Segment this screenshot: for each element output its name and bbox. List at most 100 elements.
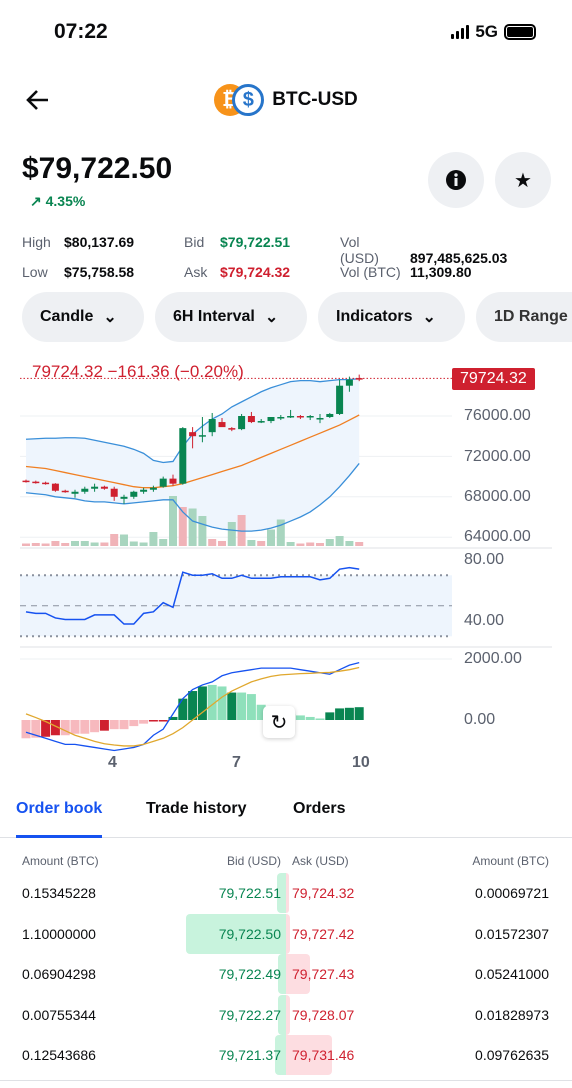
volume-bar <box>71 541 79 546</box>
macd-histogram-bar <box>139 720 149 724</box>
bid-amount: 0.06904298 <box>22 966 96 982</box>
candle-body <box>218 422 226 428</box>
ask-price: 79,727.42 <box>292 925 355 942</box>
macd-histogram-bar <box>129 720 139 727</box>
macd-histogram-bar <box>188 691 198 720</box>
order-book-row[interactable]: 1.10000000 79,722.50 79,727.42 0.0157230… <box>0 913 572 954</box>
x-tick: 7 <box>232 754 241 771</box>
status-time: 07:22 <box>54 20 108 43</box>
volume-bar <box>159 539 168 546</box>
candle-body <box>316 418 324 420</box>
indicators-dropdown[interactable]: Indicators ⌄ <box>318 292 465 342</box>
order-book-row[interactable]: 0.12543686 79,721.37 79,731.46 0.0976263… <box>0 1035 572 1075</box>
candle-body <box>257 421 265 423</box>
bid-price: 79,722.49 <box>218 966 281 982</box>
price-tick: 68000.00 <box>464 488 531 505</box>
volume-bar <box>198 516 207 546</box>
signal-icon <box>451 25 470 39</box>
candle-body <box>208 419 216 433</box>
tab-orders[interactable]: Orders <box>293 800 345 818</box>
candle-body <box>306 416 314 418</box>
macd-histogram-bar <box>158 720 168 722</box>
tab-trade-history[interactable]: Trade history <box>146 800 246 818</box>
macd-histogram-bar <box>305 716 315 720</box>
macd-histogram-bar <box>295 715 305 720</box>
volume-bar <box>267 529 275 546</box>
candle-body <box>22 480 30 483</box>
volume-bar <box>31 543 40 546</box>
bid-amount: 1.10000000 <box>22 925 96 942</box>
header-ask-amount: Amount (BTC) <box>472 854 549 868</box>
favorite-button[interactable]: ★ <box>495 152 551 208</box>
macd-histogram-bar <box>70 720 80 734</box>
rsi-tick: 40.00 <box>464 612 505 629</box>
volume-bar <box>286 542 295 546</box>
reset-chart-button[interactable]: ↻ <box>263 706 295 738</box>
volume-bar <box>61 543 70 546</box>
header-ask: Ask (USD) <box>292 854 349 868</box>
volume-bar <box>296 543 305 546</box>
ask-amount: 0.01572307 <box>475 925 549 942</box>
candle-body <box>247 416 255 423</box>
candle-body <box>61 490 69 493</box>
macd-histogram-bar <box>246 694 256 720</box>
info-button[interactable] <box>428 152 484 208</box>
ask-depth-bar <box>286 873 289 913</box>
order-book-row[interactable]: 0.15345228 79,722.51 79,724.32 0.0006972… <box>0 873 572 913</box>
volume-bar <box>110 534 119 546</box>
star-icon: ★ <box>514 169 532 192</box>
candle-body <box>189 432 197 437</box>
volume-bar <box>41 543 50 546</box>
bid-price: 79,722.27 <box>218 1006 281 1023</box>
candle-body <box>198 435 206 437</box>
header-bid-amount: Amount (BTC) <box>22 854 99 868</box>
bid-price: 79,722.50 <box>218 925 281 942</box>
volume-bar <box>257 541 266 546</box>
pair-title: BTC-USD <box>272 89 358 110</box>
macd-histogram-bar <box>60 720 70 736</box>
macd-tick: 0.00 <box>464 711 496 728</box>
candle-body <box>277 417 285 419</box>
order-book-row[interactable]: 0.06904298 79,722.49 79,727.43 0.0524100… <box>0 954 572 994</box>
macd-histogram-bar <box>354 707 364 720</box>
candle-body <box>169 478 177 484</box>
chart-type-dropdown[interactable]: Candle ⌄ <box>22 292 144 342</box>
rsi-tick: 80.00 <box>464 551 505 568</box>
candle-body <box>336 385 344 414</box>
ask-amount: 0.05241000 <box>475 966 549 982</box>
candle-body <box>345 379 353 386</box>
volume-bar <box>139 542 148 546</box>
range-dropdown[interactable]: 1D Range <box>476 292 572 342</box>
candle-body <box>140 489 148 492</box>
candle-body <box>179 428 187 484</box>
volume-bar <box>51 541 60 546</box>
bid-amount: 0.00755344 <box>22 1006 96 1023</box>
bid-price: 79,722.51 <box>218 885 281 901</box>
tab-order-book[interactable]: Order book <box>16 800 103 838</box>
bid-price: 79,721.37 <box>218 1047 281 1063</box>
macd-histogram-bar <box>315 718 325 720</box>
volume-bar <box>208 539 217 546</box>
last-price-tag: 79724.32 <box>452 368 535 390</box>
volume-bar <box>247 540 256 546</box>
volume-bar <box>218 541 226 546</box>
candle-body <box>228 428 236 430</box>
macd-histogram-bar <box>178 698 188 720</box>
battery-icon <box>504 24 536 40</box>
candle-body <box>91 486 99 489</box>
candle-body <box>120 496 128 499</box>
candle-body <box>238 416 246 430</box>
interval-dropdown[interactable]: 6H Interval ⌄ <box>155 292 307 342</box>
candle-body <box>326 413 334 418</box>
order-book-row[interactable]: 0.00755344 79,722.27 79,728.07 0.0182897… <box>0 994 572 1035</box>
macd-histogram-bar <box>237 692 247 720</box>
candle-body <box>130 491 138 497</box>
macd-histogram-bar <box>344 707 354 720</box>
x-tick: 10 <box>352 754 370 771</box>
candle-body <box>159 478 167 487</box>
ask-price: 79,731.46 <box>292 1047 355 1063</box>
volume-bar <box>335 536 344 546</box>
candle-body <box>71 491 79 494</box>
header-title: ₿ $ BTC-USD <box>0 84 572 116</box>
arrow-up-right-icon: ↗ <box>30 193 46 209</box>
